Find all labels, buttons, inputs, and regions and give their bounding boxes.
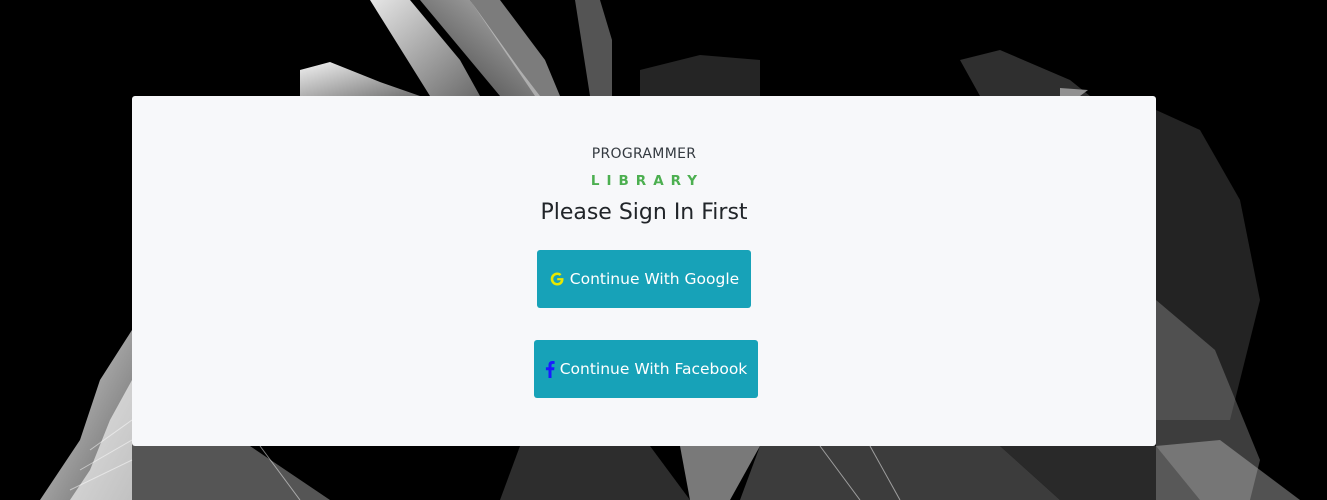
google-icon [549, 271, 565, 287]
brand-name: PROGRAMMER [591, 146, 697, 162]
brand-subtitle: LIBRARY [590, 173, 705, 189]
facebook-icon [545, 360, 555, 378]
continue-with-facebook-label: Continue With Facebook [559, 360, 748, 378]
continue-with-google-label: Continue With Google [569, 270, 740, 288]
sign-in-card: PROGRAMMER LIBRARY Please Sign In First … [132, 96, 1156, 446]
page-title: Please Sign In First [540, 200, 748, 225]
continue-with-google-button[interactable]: Continue With Google [537, 250, 751, 308]
continue-with-facebook-button[interactable]: Continue With Facebook [534, 340, 758, 398]
